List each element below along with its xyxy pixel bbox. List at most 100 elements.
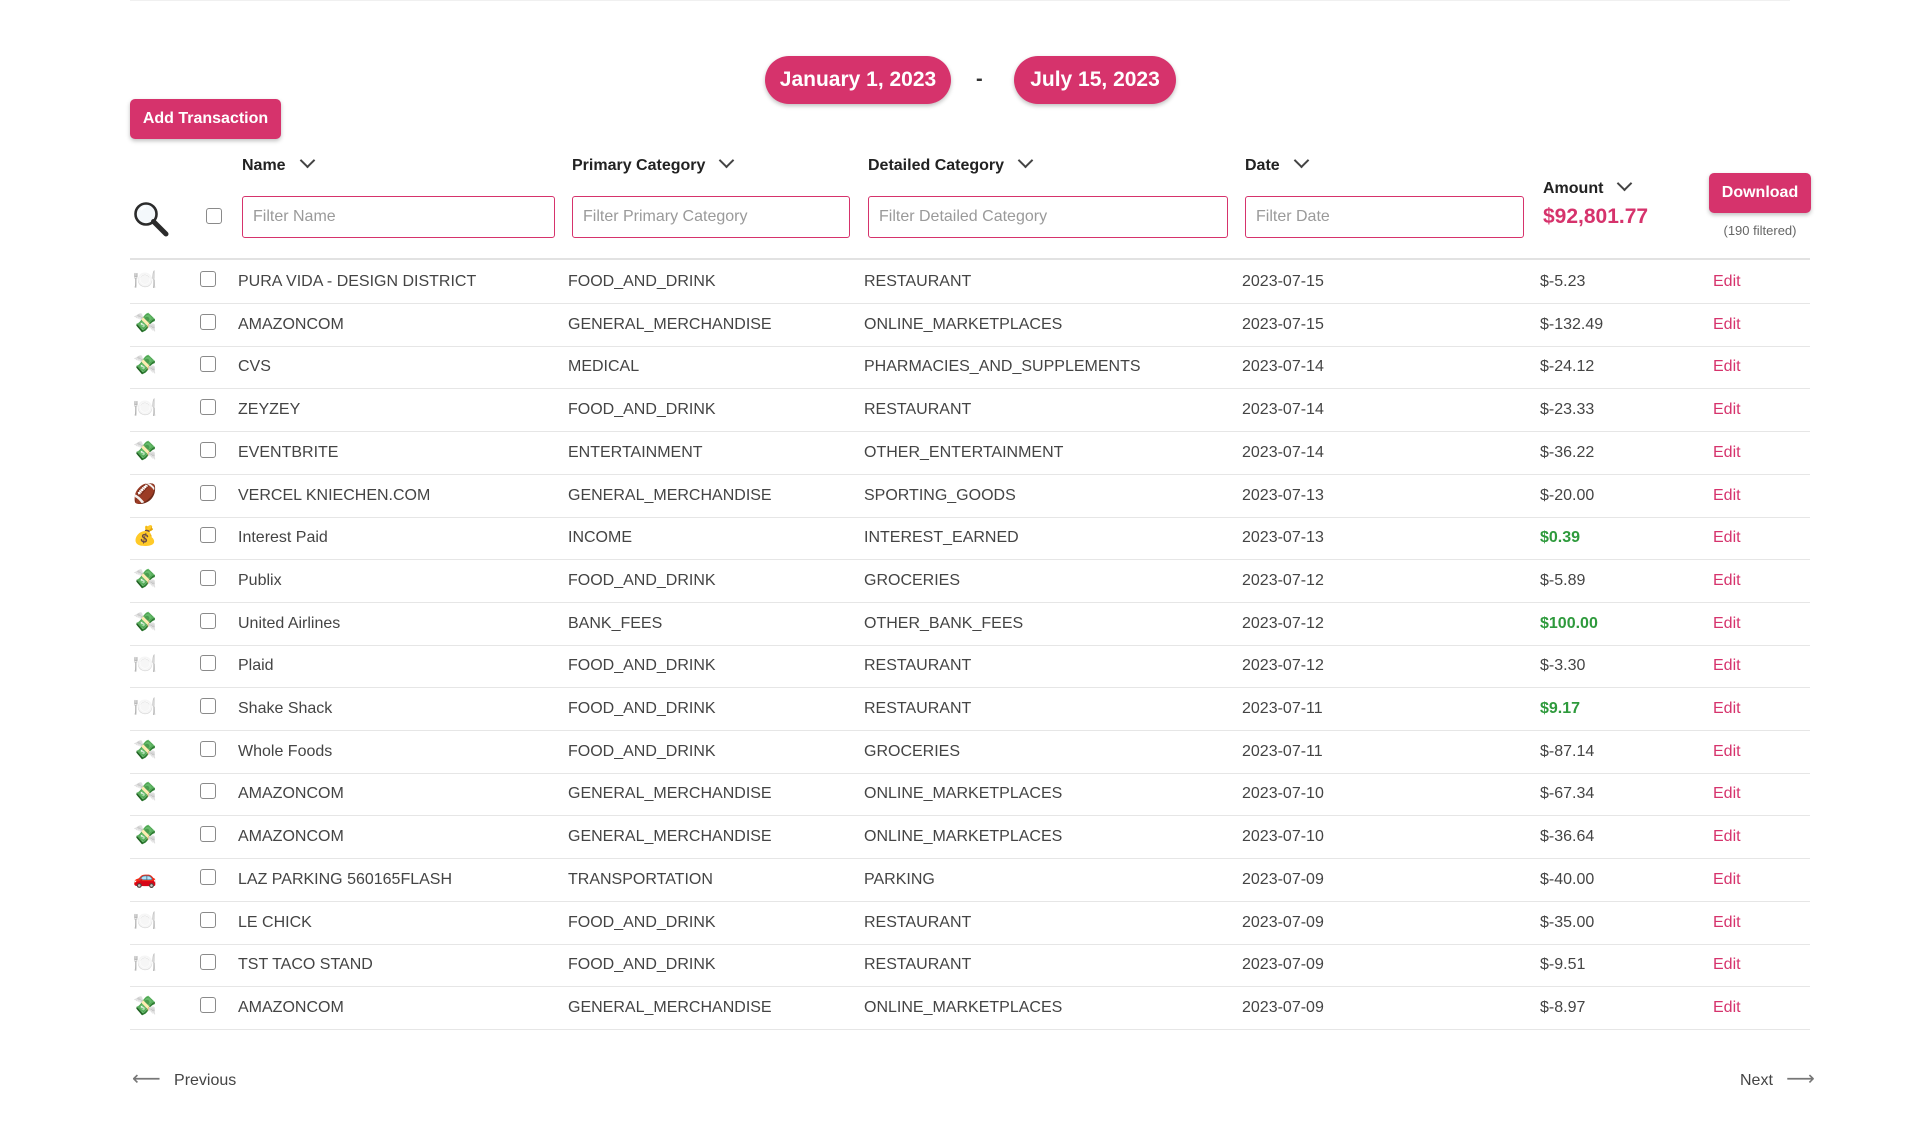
chevron-down-icon[interactable] bbox=[1017, 152, 1034, 169]
table-row: 🍽️ ZEYZEY FOOD_AND_DRINK RESTAURANT 2023-07-… bbox=[130, 388, 1810, 433]
row-select-checkbox[interactable] bbox=[200, 783, 216, 800]
transaction-name: PURA VIDA - DESIGN DISTRICT bbox=[238, 273, 477, 290]
money-wings-icon: 💸 bbox=[133, 995, 157, 1017]
plate-icon: 🍽️ bbox=[133, 398, 157, 420]
detailed-category: GROCERIES bbox=[864, 571, 961, 589]
primary-category: GENERAL_MERCHANDISE bbox=[568, 785, 772, 803]
transaction-date: 2023-07-12 bbox=[1242, 614, 1324, 632]
column-header-detailed-category[interactable]: Detailed Category bbox=[868, 152, 1034, 175]
previous-page-button[interactable]: ⟵ Previous bbox=[132, 1066, 236, 1091]
chevron-down-icon[interactable] bbox=[1293, 152, 1309, 169]
edit-link[interactable]: Edit bbox=[1713, 559, 1741, 602]
money-wings-icon: 💸 bbox=[133, 312, 157, 334]
row-select-checkbox[interactable] bbox=[200, 698, 216, 714]
row-select-checkbox[interactable] bbox=[200, 655, 216, 672]
edit-link[interactable]: Edit bbox=[1713, 986, 1741, 1029]
edit-link[interactable]: Edit bbox=[1713, 345, 1741, 388]
money-wings-icon: 💸 bbox=[133, 739, 157, 761]
column-header-primary-category[interactable]: Primary Category bbox=[572, 152, 735, 175]
edit-link[interactable]: Edit bbox=[1713, 901, 1741, 944]
table-row: 🏈 VERCEL KNIECHEN.COM GENERAL_MERCHANDISE S… bbox=[130, 474, 1810, 518]
detailed-category: RESTAURANT bbox=[864, 273, 972, 290]
edit-link[interactable]: Edit bbox=[1713, 260, 1741, 303]
edit-link[interactable]: Edit bbox=[1713, 687, 1741, 730]
column-header-date[interactable]: Date bbox=[1245, 152, 1309, 175]
start-date-picker[interactable]: January 1, 2023 bbox=[765, 56, 951, 104]
edit-link[interactable]: Edit bbox=[1713, 516, 1741, 559]
transaction-name: TST TACO STAND bbox=[238, 956, 373, 974]
top-divider bbox=[130, 0, 1790, 1]
row-select-checkbox[interactable] bbox=[200, 399, 216, 416]
transaction-amount: $-67.34 bbox=[1540, 785, 1595, 803]
transaction-amount: $-36.64 bbox=[1540, 828, 1595, 846]
row-select-checkbox[interactable] bbox=[200, 612, 216, 629]
filter-date-input[interactable] bbox=[1245, 196, 1524, 238]
edit-link[interactable]: Edit bbox=[1713, 772, 1741, 815]
edit-link[interactable]: Edit bbox=[1713, 943, 1741, 986]
row-select-checkbox[interactable] bbox=[200, 527, 216, 544]
chevron-down-icon[interactable] bbox=[299, 152, 315, 169]
row-select-checkbox[interactable] bbox=[200, 271, 216, 287]
table-row: 💸 AMAZONCOM GENERAL_MERCHANDISE ONLINE_MARK… bbox=[130, 815, 1810, 860]
row-select-checkbox[interactable] bbox=[200, 569, 216, 586]
edit-link[interactable]: Edit bbox=[1713, 474, 1741, 517]
primary-category: FOOD_AND_DRINK bbox=[568, 657, 716, 675]
previous-label: Previous bbox=[174, 1072, 237, 1089]
filter-name-input[interactable] bbox=[242, 196, 555, 238]
edit-link[interactable]: Edit bbox=[1713, 602, 1741, 645]
chevron-down-icon[interactable] bbox=[1617, 175, 1633, 192]
primary-category: GENERAL_MERCHANDISE bbox=[568, 315, 772, 333]
row-select-checkbox[interactable] bbox=[200, 868, 216, 885]
transaction-amount: $-87.14 bbox=[1540, 742, 1595, 760]
transaction-amount: $-8.97 bbox=[1540, 998, 1586, 1016]
row-select-checkbox[interactable] bbox=[200, 911, 216, 928]
edit-link[interactable]: Edit bbox=[1713, 388, 1741, 431]
column-header-name[interactable]: Name bbox=[242, 152, 315, 175]
row-select-checkbox[interactable] bbox=[200, 356, 216, 373]
end-date-picker[interactable]: July 15, 2023 bbox=[1014, 56, 1176, 104]
edit-link[interactable]: Edit bbox=[1713, 730, 1741, 773]
edit-link[interactable]: Edit bbox=[1713, 303, 1741, 346]
table-row: 💰 Interest Paid INCOME INTEREST_EARNED 2023-… bbox=[130, 516, 1810, 561]
primary-category: FOOD_AND_DRINK bbox=[568, 700, 716, 717]
primary-category: MEDICAL bbox=[568, 358, 640, 376]
select-all-checkbox[interactable] bbox=[206, 208, 222, 224]
add-transaction-button[interactable]: Add Transaction bbox=[130, 99, 281, 139]
row-select-checkbox[interactable] bbox=[200, 826, 216, 843]
next-page-button[interactable]: Next ⟶ bbox=[1740, 1066, 1815, 1091]
transaction-name: Plaid bbox=[238, 657, 274, 675]
filter-primary-category-input[interactable] bbox=[572, 196, 850, 238]
detailed-category: RESTAURANT bbox=[864, 700, 972, 717]
chevron-down-icon[interactable] bbox=[719, 152, 735, 169]
edit-link[interactable]: Edit bbox=[1713, 815, 1741, 858]
transaction-name: ZEYZEY bbox=[238, 401, 301, 419]
transaction-amount: $-9.51 bbox=[1540, 956, 1586, 974]
row-select-checkbox[interactable] bbox=[200, 740, 216, 757]
edit-link[interactable]: Edit bbox=[1713, 431, 1741, 474]
row-select-checkbox[interactable] bbox=[200, 954, 216, 971]
money-wings-icon: 💸 bbox=[133, 355, 157, 377]
transaction-amount: $-132.49 bbox=[1540, 315, 1604, 333]
transaction-name: AMAZONCOM bbox=[238, 998, 344, 1016]
plate-icon: 🍽️ bbox=[133, 697, 157, 718]
plate-icon: 🍽️ bbox=[133, 270, 157, 291]
money-wings-icon: 💸 bbox=[133, 440, 157, 462]
search-icon bbox=[132, 200, 170, 243]
row-select-checkbox[interactable] bbox=[200, 484, 216, 501]
edit-link[interactable]: Edit bbox=[1713, 644, 1741, 687]
column-header-amount[interactable]: Amount bbox=[1543, 175, 1633, 198]
detailed-category: ONLINE_MARKETPLACES bbox=[864, 785, 1063, 803]
transaction-date: 2023-07-11 bbox=[1242, 742, 1323, 760]
edit-link[interactable]: Edit bbox=[1713, 858, 1741, 901]
row-select-checkbox[interactable] bbox=[200, 996, 216, 1013]
table-row: 💸 Whole Foods FOOD_AND_DRINK GROCERIES 2023-… bbox=[130, 730, 1810, 774]
download-button[interactable]: Download bbox=[1709, 173, 1811, 213]
transaction-name: AMAZONCOM bbox=[238, 828, 344, 846]
filter-detailed-category-input[interactable] bbox=[868, 196, 1228, 238]
primary-category: FOOD_AND_DRINK bbox=[568, 273, 716, 290]
money-bag-icon: 💰 bbox=[133, 526, 157, 548]
row-select-checkbox[interactable] bbox=[200, 313, 216, 330]
primary-category: ENTERTAINMENT bbox=[568, 443, 703, 461]
transaction-amount: $-5.89 bbox=[1540, 571, 1586, 589]
row-select-checkbox[interactable] bbox=[200, 441, 216, 458]
